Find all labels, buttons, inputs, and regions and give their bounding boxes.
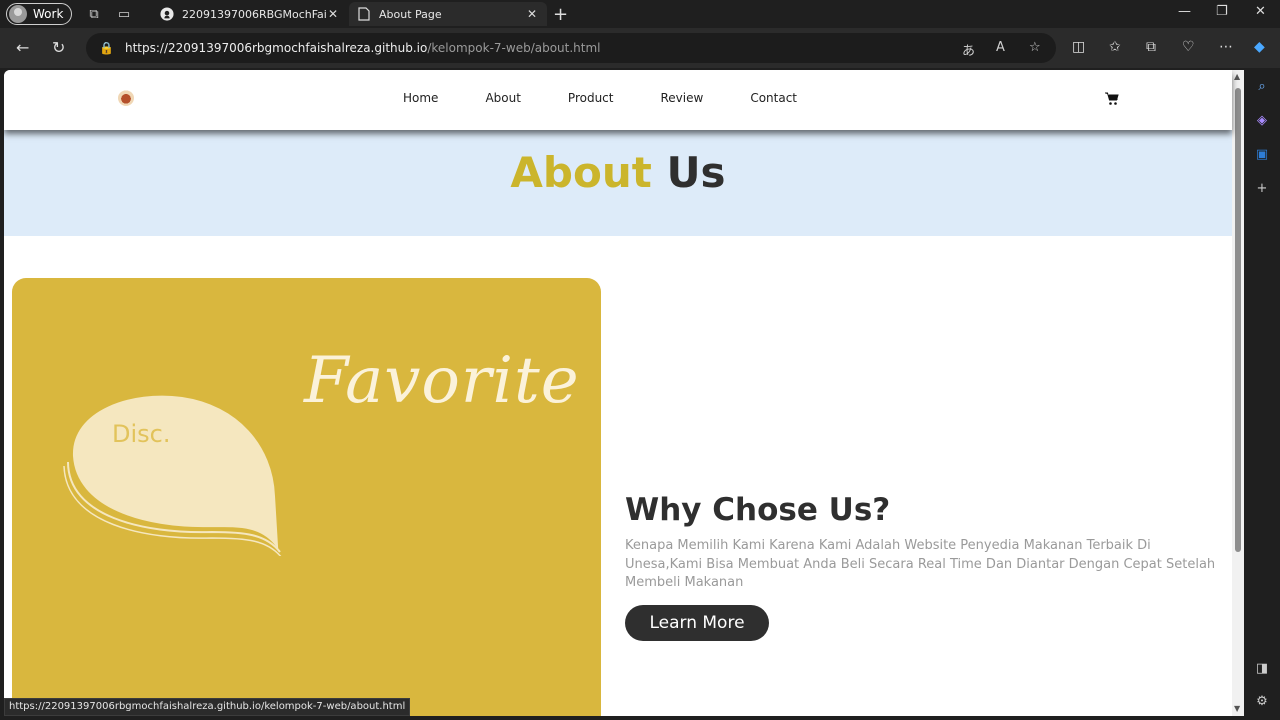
bubble-text: Disc. (112, 420, 171, 448)
minimize-icon[interactable]: — (1178, 4, 1191, 19)
more-menu-icon[interactable]: ⋯ (1219, 39, 1233, 55)
url-text: https://22091397006rbgmochfaishalreza.gi… (125, 41, 601, 55)
window-bottom-edge (0, 716, 1280, 720)
favorites-icon[interactable]: ✩ (1109, 39, 1121, 55)
copilot-icon[interactable]: ◆ (1254, 39, 1265, 55)
profile-button[interactable]: Work (6, 3, 72, 25)
close-icon[interactable]: ✕ (326, 7, 340, 21)
tab-title: 22091397006RBGMochFaishalRe (182, 7, 326, 21)
browser-toolbar: ← ↻ 🔒 https://22091397006rbgmochfaishalr… (0, 28, 1280, 68)
image-favorite-text: Favorite (304, 344, 580, 418)
workspaces-icon[interactable]: ⧉ (86, 6, 102, 22)
collections-icon[interactable]: ⧉ (1146, 39, 1156, 55)
address-bar[interactable]: 🔒 https://22091397006rbgmochfaishalreza.… (86, 33, 1056, 63)
page-scrollbar[interactable]: ▲ ▼ (1232, 70, 1244, 716)
new-tab-icon[interactable]: + (553, 4, 568, 25)
tab-about-page[interactable]: About Page ✕ (349, 2, 547, 26)
browser-titlebar: Work ⧉ ▭ 22091397006RBGMochFaishalRe ✕ A… (0, 0, 1280, 28)
favorite-star-icon[interactable]: ☆ (1029, 40, 1041, 55)
scroll-down-icon[interactable]: ▼ (1234, 704, 1240, 713)
refresh-icon[interactable]: ↻ (52, 38, 65, 57)
profile-label: Work (33, 7, 64, 21)
why-choose-description: Kenapa Memilih Kami Karena Kami Adalah W… (625, 538, 1216, 590)
close-window-icon[interactable]: ✕ (1255, 4, 1266, 19)
page-viewport: Home About Product Review Contact About … (4, 70, 1244, 716)
site-logo[interactable] (118, 90, 134, 106)
page-icon (357, 7, 371, 21)
nav-review[interactable]: Review (660, 91, 703, 105)
search-icon[interactable]: ⌕ (1254, 78, 1270, 94)
sidebar-toggle-icon[interactable]: ◨ (1254, 660, 1270, 676)
scroll-thumb[interactable] (1235, 88, 1241, 552)
translate-icon[interactable]: あ (962, 40, 975, 59)
nav-about[interactable]: About (485, 91, 520, 105)
about-image: Favorite Disc. (12, 278, 601, 716)
github-icon (160, 7, 174, 21)
add-icon[interactable]: + (1254, 180, 1270, 196)
tab-github[interactable]: 22091397006RBGMochFaishalRe ✕ (152, 2, 348, 26)
lock-icon: 🔒 (99, 41, 114, 55)
close-icon[interactable]: ✕ (525, 7, 539, 21)
read-aloud-icon[interactable]: A (996, 40, 1005, 55)
restore-icon[interactable]: ❐ (1216, 4, 1228, 19)
site-header: Home About Product Review Contact (4, 70, 1232, 130)
outlook-icon[interactable]: ▣ (1254, 146, 1270, 162)
site-menu: Home About Product Review Contact (403, 91, 844, 105)
cart-icon[interactable] (1105, 91, 1119, 105)
learn-more-button[interactable]: Learn More (625, 605, 769, 641)
settings-gear-icon[interactable]: ⚙ (1254, 693, 1270, 709)
hero-banner: About Us (4, 130, 1232, 236)
why-choose-heading: Why Chose Us? (625, 492, 891, 528)
tab-title: About Page (379, 7, 442, 21)
back-icon[interactable]: ← (16, 38, 29, 57)
split-screen-icon[interactable]: ◫ (1072, 39, 1085, 55)
scroll-up-icon[interactable]: ▲ (1234, 72, 1240, 81)
edge-sidebar: ⌕ ◈ ▣ + ◨ ⚙ (1244, 68, 1280, 720)
page-title: About Us (510, 148, 726, 197)
tab-actions-icon[interactable]: ▭ (116, 6, 132, 22)
avatar (9, 5, 27, 23)
nav-product[interactable]: Product (568, 91, 614, 105)
status-url: https://22091397006rbgmochfaishalreza.gi… (4, 698, 411, 716)
nav-home[interactable]: Home (403, 91, 438, 105)
nav-contact[interactable]: Contact (750, 91, 797, 105)
copilot-sidebar-icon[interactable]: ◈ (1254, 112, 1270, 128)
performance-icon[interactable]: ♡ (1182, 39, 1195, 55)
speech-bubble-icon (63, 395, 282, 556)
